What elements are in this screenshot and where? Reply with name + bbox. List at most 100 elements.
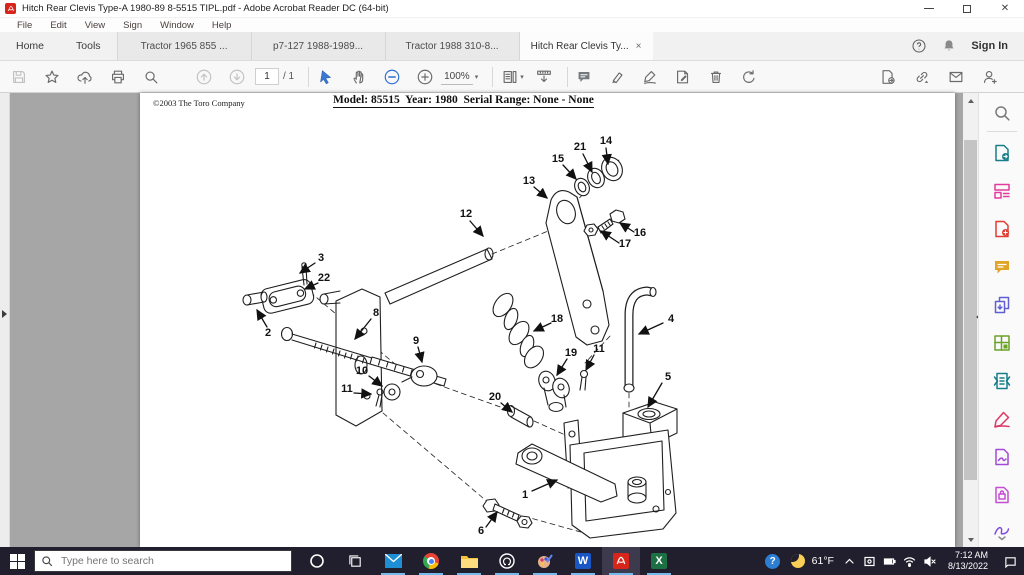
part-10-washer: [383, 383, 401, 401]
taskbar-clock[interactable]: 7:12 AM 8/13/2022: [948, 550, 988, 573]
tools-rail: [978, 93, 1024, 547]
part-callout: 22: [318, 272, 330, 284]
omega-app-icon[interactable]: [488, 547, 526, 575]
start-button[interactable]: [0, 547, 34, 575]
scroll-up-icon[interactable]: [963, 93, 978, 108]
doc-tab-active[interactable]: Hitch Rear Clevis Ty... ×: [518, 32, 653, 60]
comment-icon[interactable]: [992, 257, 1012, 277]
menu-view[interactable]: View: [76, 20, 114, 31]
part-20-pin: [506, 404, 534, 428]
tray-help-icon[interactable]: ?: [760, 547, 786, 575]
zoom-out-icon[interactable]: [381, 66, 402, 87]
action-center-icon[interactable]: [996, 547, 1024, 575]
help-icon[interactable]: [911, 38, 927, 54]
search-tool-icon[interactable]: [992, 103, 1012, 123]
tray-chevron-icon[interactable]: [840, 547, 860, 575]
taskbar: ×W X ? 61°F 7:12 AM 8/13/2022: [0, 547, 1024, 575]
stamp-fill-icon[interactable]: [673, 66, 694, 87]
highlight-tool-icon[interactable]: [607, 66, 628, 87]
tray-device-icon[interactable]: [860, 547, 880, 575]
tab-close-icon[interactable]: ×: [636, 41, 642, 52]
fill-sign-icon[interactable]: [992, 409, 1012, 429]
document-area: ©2003 The Toro Company Model: 85515 Year…: [0, 93, 1024, 547]
tray-volume-muted-icon[interactable]: [920, 547, 940, 575]
excel-app-icon[interactable]: X: [640, 547, 678, 575]
maximize-button[interactable]: [948, 0, 986, 17]
tray-battery-icon[interactable]: [880, 547, 900, 575]
tray-wifi-icon[interactable]: [900, 547, 920, 575]
previous-page-icon[interactable]: [193, 66, 214, 87]
menu-sign[interactable]: Sign: [114, 20, 151, 31]
export-pdf-icon[interactable]: [992, 143, 1012, 163]
search-icon: [42, 556, 53, 567]
menu-file[interactable]: File: [8, 20, 41, 31]
zoom-in-icon[interactable]: [414, 66, 435, 87]
mail-app-icon[interactable]: [374, 547, 412, 575]
part-callout: 21: [574, 141, 586, 153]
doc-tab-2[interactable]: p7-127 1988-1989...: [250, 32, 385, 60]
compress-pdf-icon[interactable]: [992, 371, 1012, 391]
undo-rotate-icon[interactable]: [739, 66, 760, 87]
organize-pages-icon[interactable]: [992, 333, 1012, 353]
menu-edit[interactable]: Edit: [41, 20, 75, 31]
temperature-label[interactable]: 61°F: [812, 555, 834, 567]
delete-tool-icon[interactable]: [706, 66, 727, 87]
email-toolbar-icon[interactable]: [946, 66, 967, 87]
minimize-button[interactable]: [910, 0, 948, 17]
protect-pdf-icon[interactable]: [992, 485, 1012, 505]
tab-home[interactable]: Home: [0, 32, 60, 60]
find-icon[interactable]: [140, 66, 161, 87]
save-icon[interactable]: [8, 66, 29, 87]
window-title: Hitch Rear Clevis Type-A 1980-89 8-5515 …: [22, 3, 389, 14]
zoom-level-value[interactable]: 100%: [441, 69, 473, 85]
task-view-icon[interactable]: [336, 547, 374, 575]
link-toolbar-icon[interactable]: [912, 66, 933, 87]
doc-tab-active-label: Hitch Rear Clevis Ty...: [530, 40, 629, 52]
toolbar: / 1 100% ▾ ▾: [0, 61, 1024, 93]
comment-tool-icon[interactable]: [574, 66, 595, 87]
sign-in-button[interactable]: Sign In: [971, 40, 1008, 52]
search-input[interactable]: [59, 554, 259, 568]
notifications-bell-icon[interactable]: [941, 38, 957, 54]
scrollbar-thumb[interactable]: [964, 140, 977, 480]
part-callout: 8: [373, 307, 379, 319]
doc-tab-3[interactable]: Tractor 1988 310-8...: [384, 32, 519, 60]
close-button[interactable]: ✕: [986, 0, 1024, 17]
request-esign-icon[interactable]: [992, 447, 1012, 467]
page-view-icon[interactable]: [499, 66, 520, 87]
page-number-input[interactable]: [255, 68, 279, 85]
zoom-caret-icon[interactable]: ▾: [475, 73, 479, 81]
tab-tools[interactable]: Tools: [60, 32, 117, 60]
share-person-icon[interactable]: [980, 66, 1001, 87]
cortana-icon[interactable]: [298, 547, 336, 575]
doc-tab-1[interactable]: Tractor 1965 855 ...: [116, 32, 251, 60]
more-tools-icon[interactable]: [992, 521, 1012, 541]
scroll-down-icon[interactable]: [963, 532, 978, 547]
fit-width-icon[interactable]: [534, 66, 555, 87]
print-icon[interactable]: [107, 66, 128, 87]
word-app-icon[interactable]: ×W: [564, 547, 602, 575]
chrome-app-icon[interactable]: [412, 547, 450, 575]
hand-tool-icon[interactable]: [348, 66, 369, 87]
weather-moon-icon[interactable]: [786, 547, 810, 575]
edit-pdf-icon[interactable]: [992, 181, 1012, 201]
combine-files-icon[interactable]: [992, 295, 1012, 315]
tab-bar: Home Tools Tractor 1965 855 ... p7-127 1…: [0, 32, 1024, 61]
export-pdf-toolbar-icon[interactable]: [878, 66, 899, 87]
select-tool-icon[interactable]: [315, 66, 336, 87]
taskbar-search[interactable]: [34, 550, 292, 572]
menu-help[interactable]: Help: [203, 20, 241, 31]
part-callout: 5: [665, 371, 671, 383]
share-cloud-icon[interactable]: [74, 66, 95, 87]
clock-time: 7:12 AM: [954, 549, 988, 560]
paint3d-app-icon[interactable]: [526, 547, 564, 575]
page-view-caret-icon[interactable]: ▾: [520, 73, 524, 81]
star-favorite-icon[interactable]: [41, 66, 62, 87]
menu-window[interactable]: Window: [151, 20, 203, 31]
file-explorer-icon[interactable]: [450, 547, 488, 575]
create-pdf-icon[interactable]: [992, 219, 1012, 239]
sign-tool-icon[interactable]: [640, 66, 661, 87]
acrobat-app-icon-taskbar[interactable]: [602, 547, 640, 575]
open-nav-pane-icon[interactable]: [2, 310, 7, 318]
next-page-icon[interactable]: [226, 66, 247, 87]
